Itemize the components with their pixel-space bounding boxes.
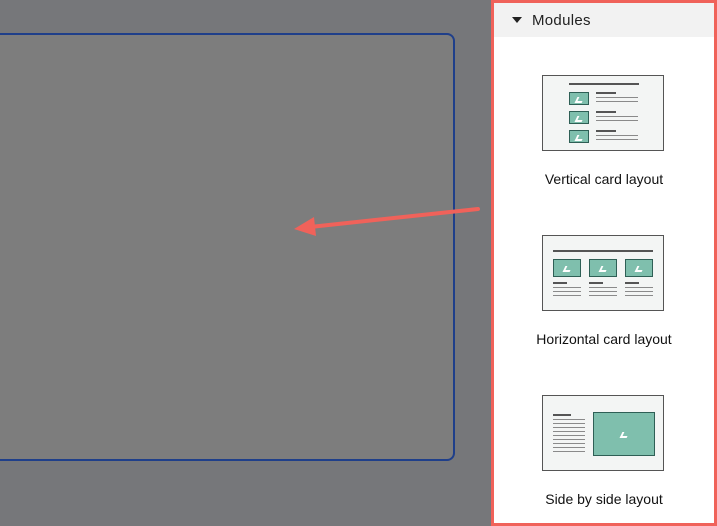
caret-down-icon[interactable] xyxy=(512,17,522,23)
module-side-by-side-layout[interactable]: Side by side layout xyxy=(494,395,714,510)
vertical-card-layout-thumbnail xyxy=(542,75,664,151)
horizontal-card-layout-thumbnail xyxy=(542,235,664,311)
side-by-side-layout-thumbnail xyxy=(542,395,664,471)
module-label: Horizontal card layout xyxy=(536,331,672,347)
module-vertical-card-layout[interactable]: Vertical card layout xyxy=(494,75,714,190)
module-label: Vertical card layout xyxy=(544,171,664,187)
modules-panel-header[interactable]: Modules xyxy=(494,3,714,37)
module-horizontal-card-layout[interactable]: Horizontal card layout xyxy=(494,235,714,350)
canvas-drop-area[interactable] xyxy=(0,33,455,461)
module-label: Side by side layout xyxy=(545,491,663,507)
panel-title: Modules xyxy=(532,11,591,29)
modules-panel: Modules Vertical card layout Horizontal … xyxy=(491,0,717,526)
